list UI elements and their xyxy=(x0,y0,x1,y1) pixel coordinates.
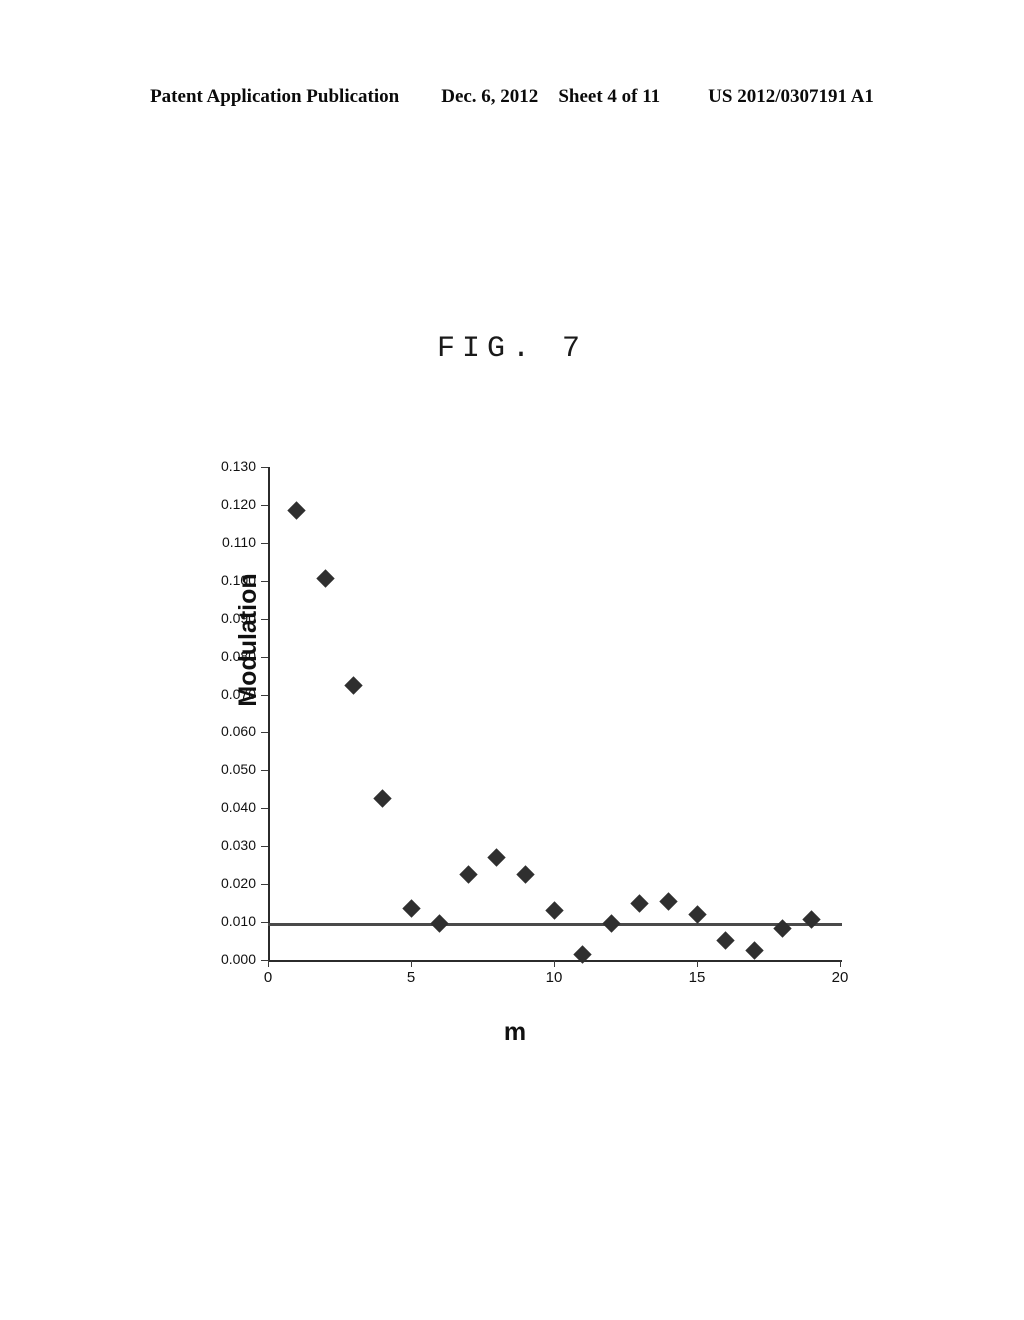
y-axis-tick: 0.130 xyxy=(221,458,268,474)
y-axis-tick: 0.080 xyxy=(221,648,268,664)
y-axis-tick-label: 0.070 xyxy=(220,685,256,702)
y-axis-tick-label: 0.080 xyxy=(220,647,256,664)
y-axis-tick-label: 0.100 xyxy=(220,571,256,588)
y-axis-tick-label: 0.050 xyxy=(220,761,256,778)
y-axis-tick: 0.050 xyxy=(221,761,268,777)
y-axis-tick: 0.040 xyxy=(221,799,268,815)
data-point xyxy=(458,865,478,884)
y-axis-tick: 0.100 xyxy=(221,572,268,588)
y-axis-tick: 0.120 xyxy=(221,496,268,512)
page-header: Patent Application Publication Dec. 6, 2… xyxy=(0,86,1024,114)
y-axis-title: Modulation xyxy=(234,573,262,707)
data-point xyxy=(373,789,392,809)
x-axis-tick-label: 15 xyxy=(688,969,706,986)
y-axis-tick: 0.110 xyxy=(222,534,268,550)
reference-line xyxy=(268,922,842,926)
x-axis-tick-label: 20 xyxy=(831,969,849,986)
x-axis-tick xyxy=(697,960,698,967)
y-axis-tick: 0.000 xyxy=(221,951,268,967)
y-axis-tick: 0.070 xyxy=(221,686,268,702)
y-axis-tick: 0.090 xyxy=(221,610,268,626)
y-axis-tick: 0.010 xyxy=(221,913,268,929)
data-point xyxy=(401,899,421,918)
x-axis-tick xyxy=(268,960,269,967)
data-point xyxy=(287,501,306,520)
x-axis-line xyxy=(268,960,842,962)
header-date: Dec. 6, 2012 xyxy=(441,86,539,107)
plot-area: 0.000 0.010 0.020 0.030 0.040 0.050 0.060 0.070… xyxy=(221,458,848,986)
data-point xyxy=(659,892,678,911)
data-point xyxy=(716,931,735,950)
data-point xyxy=(430,914,449,934)
data-point xyxy=(687,905,707,924)
data-point xyxy=(344,675,363,695)
data-point xyxy=(487,848,506,867)
header-sheet: Sheet 4 of 11 xyxy=(558,86,661,107)
x-axis-title: m xyxy=(503,1018,527,1046)
y-axis-tick-label: 0.030 xyxy=(220,837,256,854)
y-axis-tick-label: 0.020 xyxy=(220,875,256,892)
x-axis-tick xyxy=(554,960,555,967)
x-axis-tick-label: 10 xyxy=(545,969,563,986)
data-point xyxy=(516,865,535,884)
y-axis-tick-label: 0.090 xyxy=(220,609,256,626)
y-axis-tick-label: 0.060 xyxy=(220,723,256,740)
x-axis-tick-label: 5 xyxy=(406,969,416,986)
y-axis-tick: 0.020 xyxy=(221,875,268,891)
y-axis-tick-label: 0.130 xyxy=(220,458,256,474)
scatter-chart: Modulation m 0.000 0.010 0.020 0.030 0.040 0.… xyxy=(150,440,880,1080)
data-point xyxy=(744,941,764,960)
header-document-number: US 2012/0307191 A1 xyxy=(708,86,874,107)
y-axis-tick-label: 0.040 xyxy=(220,799,256,816)
y-axis-tick-label: 0.120 xyxy=(220,495,256,512)
y-axis-tick: 0.030 xyxy=(221,837,268,853)
data-point xyxy=(544,901,564,920)
x-axis-tick xyxy=(411,960,412,967)
x-axis-tick xyxy=(840,960,841,967)
data-point xyxy=(601,914,621,934)
data-point xyxy=(315,569,335,589)
y-axis-tick-label: 0.110 xyxy=(222,533,256,550)
data-point xyxy=(630,894,649,914)
header-publication: Patent Application Publication xyxy=(150,86,400,107)
y-axis-tick-label: 0.000 xyxy=(220,951,256,967)
x-axis-tick-label: 0 xyxy=(263,969,273,986)
y-axis-tick: 0.060 xyxy=(221,723,268,739)
y-axis-line xyxy=(268,467,270,962)
figure-caption: FIG. 7 xyxy=(436,332,588,366)
y-axis-tick-label: 0.010 xyxy=(220,913,256,930)
